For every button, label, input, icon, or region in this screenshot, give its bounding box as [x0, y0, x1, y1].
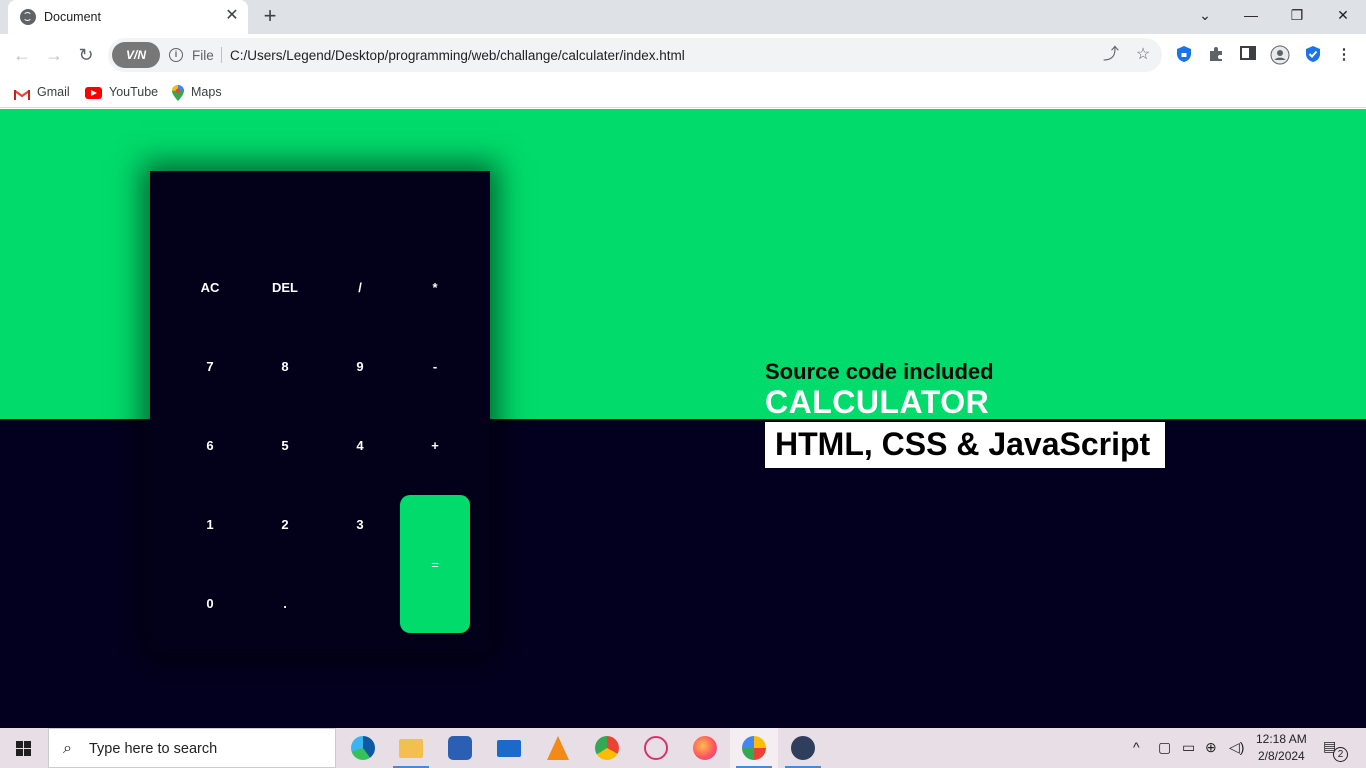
volume-icon[interactable]: ◁) [1229, 739, 1244, 756]
brave-icon [742, 736, 766, 760]
chrome-icon [595, 736, 619, 760]
firefox-icon [693, 736, 717, 760]
extensions-puzzle-icon[interactable] [1206, 45, 1226, 65]
profile-avatar-icon[interactable] [1270, 45, 1290, 65]
browser-tab[interactable]: Document ✕ [8, 0, 248, 34]
key-0[interactable]: 0 [175, 568, 245, 638]
mail-icon [497, 740, 521, 757]
key-dot[interactable]: . [250, 568, 320, 638]
back-button[interactable]: ← [10, 43, 34, 67]
address-bar[interactable]: V/N i File C:/Users/Legend/Desktop/progr… [108, 38, 1162, 72]
key-equals[interactable]: = [400, 495, 470, 633]
edge-icon [351, 736, 375, 760]
key-divide[interactable]: / [325, 252, 395, 322]
taskbar-vlc[interactable] [534, 728, 582, 768]
key-9[interactable]: 9 [325, 331, 395, 401]
taskbar-chrome[interactable] [583, 728, 631, 768]
menu-kebab-icon[interactable]: ⋮ [1334, 45, 1354, 65]
calculator: AC DEL / * 7 8 9 - 6 5 4 + 1 2 3 = 0 . [150, 171, 490, 653]
page-viewport: AC DEL / * 7 8 9 - 6 5 4 + 1 2 3 = 0 . S… [0, 109, 1366, 728]
bookmark-youtube[interactable]: YouTube [85, 82, 158, 102]
forward-button[interactable]: → [42, 43, 66, 67]
key-8[interactable]: 8 [250, 331, 320, 401]
key-1[interactable]: 1 [175, 489, 245, 559]
bookmark-label: Maps [191, 85, 222, 99]
key-ac[interactable]: AC [175, 252, 245, 322]
security-shield-icon[interactable] [1303, 45, 1323, 65]
store-icon [448, 736, 472, 760]
url-text[interactable]: C:/Users/Legend/Desktop/programming/web/… [230, 48, 685, 63]
globe-icon [20, 9, 36, 25]
omnibox-divider [221, 47, 222, 63]
key-2[interactable]: 2 [250, 489, 320, 559]
bookmark-label: YouTube [109, 85, 159, 99]
bookmark-maps[interactable]: Maps [172, 82, 222, 102]
youtube-icon [85, 86, 102, 99]
restore-button[interactable]: ❐ [1274, 0, 1320, 32]
extension-shield-icon[interactable] [1174, 45, 1194, 65]
bookmark-star-icon[interactable]: ☆ [1134, 46, 1152, 64]
gmail-icon [14, 87, 30, 100]
taskbar-firefox[interactable] [681, 728, 729, 768]
new-tab-button[interactable]: + [258, 4, 282, 28]
notification-count-badge: 2 [1333, 747, 1348, 762]
key-4[interactable]: 4 [325, 410, 395, 480]
key-3[interactable]: 3 [325, 489, 395, 559]
promo-tech-box: HTML, CSS & JavaScript [765, 422, 1165, 468]
minimize-button[interactable]: — [1228, 0, 1274, 32]
vlc-cone-icon [547, 736, 569, 760]
key-7[interactable]: 7 [175, 331, 245, 401]
taskbar-snipping-tool[interactable] [632, 728, 680, 768]
key-multiply[interactable]: * [400, 252, 470, 322]
windows-logo-icon [16, 741, 32, 756]
taskbar-search-box[interactable]: ⌕ Type here to search [48, 728, 336, 768]
bookmarks-bar: Gmail YouTube Maps [0, 76, 1366, 108]
bookmark-label: Gmail [37, 85, 70, 99]
taskbar-edge[interactable] [339, 728, 387, 768]
key-5[interactable]: 5 [250, 410, 320, 480]
network-globe-icon[interactable]: ⊕ [1205, 739, 1217, 756]
taskbar-mail[interactable] [485, 728, 533, 768]
tray-chevron-icon[interactable]: ^ [1133, 739, 1140, 755]
folder-icon [399, 739, 423, 758]
scissors-icon [644, 736, 668, 760]
search-icon: ⌕ [63, 740, 72, 757]
search-placeholder: Type here to search [89, 741, 218, 757]
browser-toolbar: ← → ↻ V/N i File C:/Users/Legend/Desktop… [0, 34, 1366, 76]
winamp-icon [791, 736, 815, 760]
info-icon[interactable]: i [169, 48, 183, 62]
taskbar-store[interactable] [436, 728, 484, 768]
reload-button[interactable]: ↻ [74, 43, 98, 67]
maps-icon [172, 84, 184, 101]
tab-search-icon[interactable]: ⌄ [1182, 0, 1228, 32]
calculator-display [150, 171, 490, 251]
clock-time[interactable]: 12:18 AM [1256, 732, 1307, 746]
promo-tech-text: HTML, CSS & JavaScript [775, 426, 1151, 462]
side-panel-icon[interactable] [1238, 45, 1258, 65]
bookmark-gmail[interactable]: Gmail [14, 82, 70, 102]
tab-title: Document [44, 10, 101, 24]
promo-subtitle: Source code included [765, 359, 994, 384]
close-window-button[interactable]: ✕ [1320, 0, 1366, 32]
key-plus[interactable]: + [400, 410, 470, 480]
vpn-badge[interactable]: V/N [112, 42, 160, 68]
start-button[interactable] [0, 728, 48, 768]
taskbar-winamp[interactable] [779, 728, 827, 768]
key-minus[interactable]: - [400, 331, 470, 401]
key-6[interactable]: 6 [175, 410, 245, 480]
promo-title: CALCULATOR [765, 384, 990, 420]
taskbar: ⌕ Type here to search ^ ▢ ▭ ⊕ ◁) 12:18 A… [0, 728, 1366, 768]
taskbar-file-explorer[interactable] [387, 728, 435, 768]
scheme-label: File [192, 48, 214, 63]
close-tab-icon[interactable]: ✕ [224, 8, 240, 24]
battery-icon[interactable]: ▭ [1182, 739, 1195, 756]
key-del[interactable]: DEL [250, 252, 320, 322]
share-icon[interactable]: ⤴ [1102, 46, 1120, 64]
clock-date[interactable]: 2/8/2024 [1258, 749, 1305, 763]
meet-now-icon[interactable]: ▢ [1158, 739, 1171, 756]
taskbar-brave[interactable] [730, 728, 778, 768]
browser-tab-strip: Document ✕ + ⌄ — ❐ ✕ [0, 0, 1366, 34]
